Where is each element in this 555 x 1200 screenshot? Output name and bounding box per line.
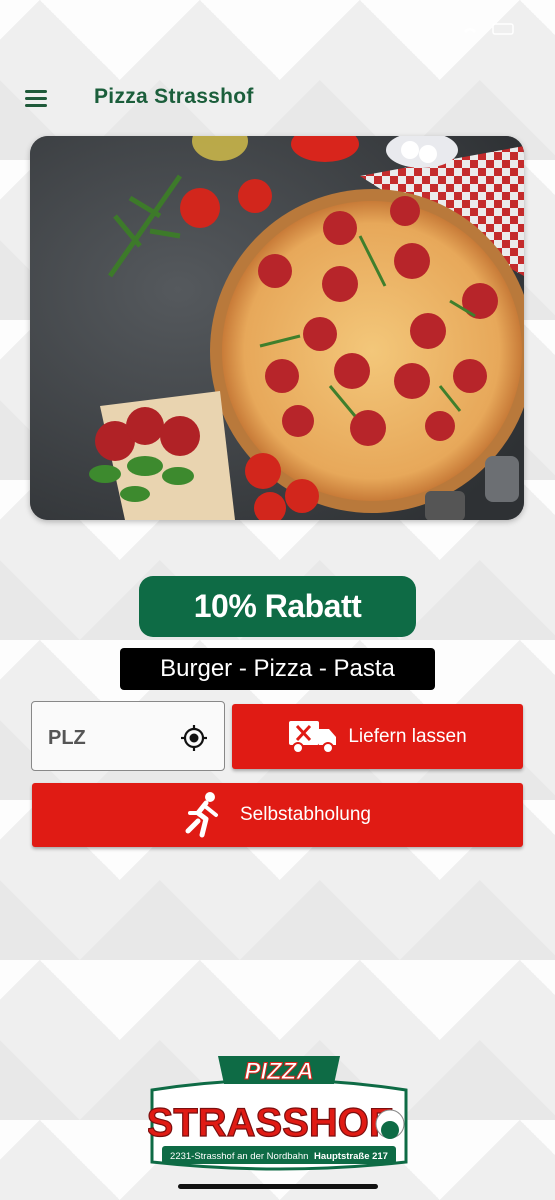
delivery-truck-icon: [289, 720, 337, 754]
zip-code-field-container: [31, 701, 225, 771]
deliver-button-label: Liefern lassen: [348, 725, 467, 747]
logo-address: 2231-Strasshof an der Nordbahn Hauptstra…: [170, 1151, 388, 1162]
pickup-button[interactable]: Selbstabholung: [32, 783, 523, 847]
wifi-icon: [463, 23, 514, 35]
hamburger-menu-icon[interactable]: [25, 90, 47, 107]
discount-badge: 10% Rabatt: [139, 576, 416, 637]
deliver-button[interactable]: Liefern lassen: [232, 704, 523, 769]
hero-image: [30, 136, 524, 520]
app-header: Pizza Strasshof: [0, 78, 555, 118]
logo-main-text: STRASSHOF: [148, 1101, 393, 1145]
menu-tagline: Burger - Pizza - Pasta: [120, 648, 435, 690]
page-title: Pizza Strasshof: [94, 85, 254, 108]
zip-code-input[interactable]: [46, 722, 170, 754]
pizza-photo: [30, 136, 524, 520]
crosshair-location-icon[interactable]: [180, 724, 208, 752]
logo-pizza-text: PIZZA: [244, 1058, 313, 1085]
restaurant-logo: PIZZA STRASSHOF 2231-Strasshof an der No…: [148, 1050, 410, 1172]
running-person-icon: [185, 792, 218, 838]
pickup-button-label: Selbstabholung: [240, 804, 371, 825]
home-indicator: [178, 1184, 378, 1189]
